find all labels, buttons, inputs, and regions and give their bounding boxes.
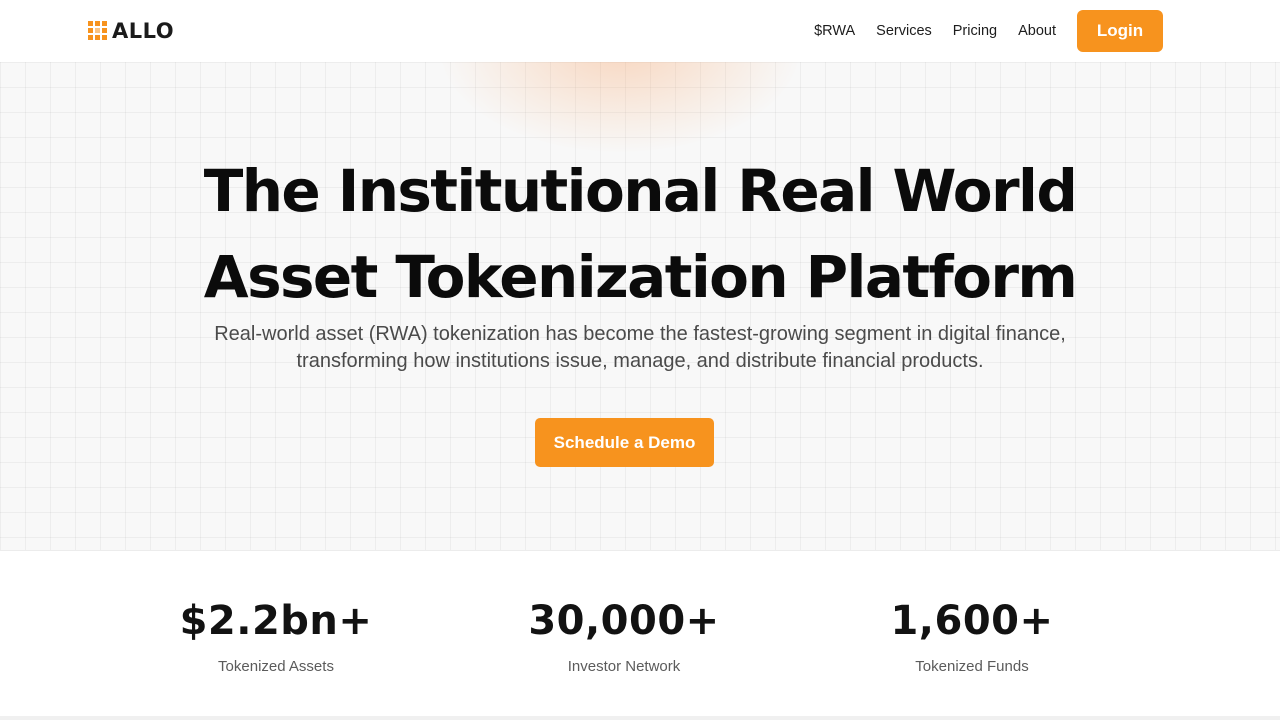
top-navigation: ALLO $RWA Services Pricing About Login bbox=[0, 0, 1280, 62]
stats-section: $2.2bn+ Tokenized Assets 30,000+ Investo… bbox=[0, 550, 1280, 716]
grid-blocks-icon bbox=[88, 21, 107, 40]
schedule-demo-button[interactable]: Schedule a Demo bbox=[535, 418, 714, 467]
nav-links: $RWA Services Pricing About bbox=[814, 23, 1056, 39]
stat-label: Tokenized Assets bbox=[218, 658, 334, 675]
nav-link-services[interactable]: Services bbox=[876, 23, 932, 39]
login-button[interactable]: Login bbox=[1077, 10, 1163, 52]
hero-subtitle-line-2: transforming how institutions issue, man… bbox=[296, 350, 984, 372]
hero-subtitle: Real-world asset (RWA) tokenization has … bbox=[140, 321, 1140, 375]
hero-title-line-2: Asset Tokenization Platform bbox=[203, 243, 1078, 311]
nav-link-rwa[interactable]: $RWA bbox=[814, 23, 855, 39]
hero-title: The Institutional Real World Asset Token… bbox=[0, 148, 1280, 320]
hero-section: The Institutional Real World Asset Token… bbox=[0, 62, 1280, 550]
hero-subtitle-line-1: Real-world asset (RWA) tokenization has … bbox=[214, 323, 1066, 345]
brand-logo[interactable]: ALLO bbox=[88, 19, 174, 43]
stat-investor-network: 30,000+ Investor Network bbox=[474, 595, 774, 675]
stat-tokenized-assets: $2.2bn+ Tokenized Assets bbox=[126, 595, 426, 675]
hero-title-line-1: The Institutional Real World bbox=[203, 157, 1078, 225]
hero-glow-decoration bbox=[440, 62, 800, 152]
stat-label: Tokenized Funds bbox=[915, 658, 1029, 675]
nav-link-about[interactable]: About bbox=[1018, 23, 1056, 39]
stat-value: 1,600+ bbox=[890, 598, 1054, 644]
section-divider bbox=[0, 716, 1280, 720]
nav-link-pricing[interactable]: Pricing bbox=[953, 23, 997, 39]
stat-tokenized-funds: 1,600+ Tokenized Funds bbox=[822, 595, 1122, 675]
stat-value: 30,000+ bbox=[528, 598, 720, 644]
stat-value: $2.2bn+ bbox=[179, 598, 373, 644]
stat-label: Investor Network bbox=[567, 658, 681, 675]
brand-name: ALLO bbox=[112, 19, 175, 43]
